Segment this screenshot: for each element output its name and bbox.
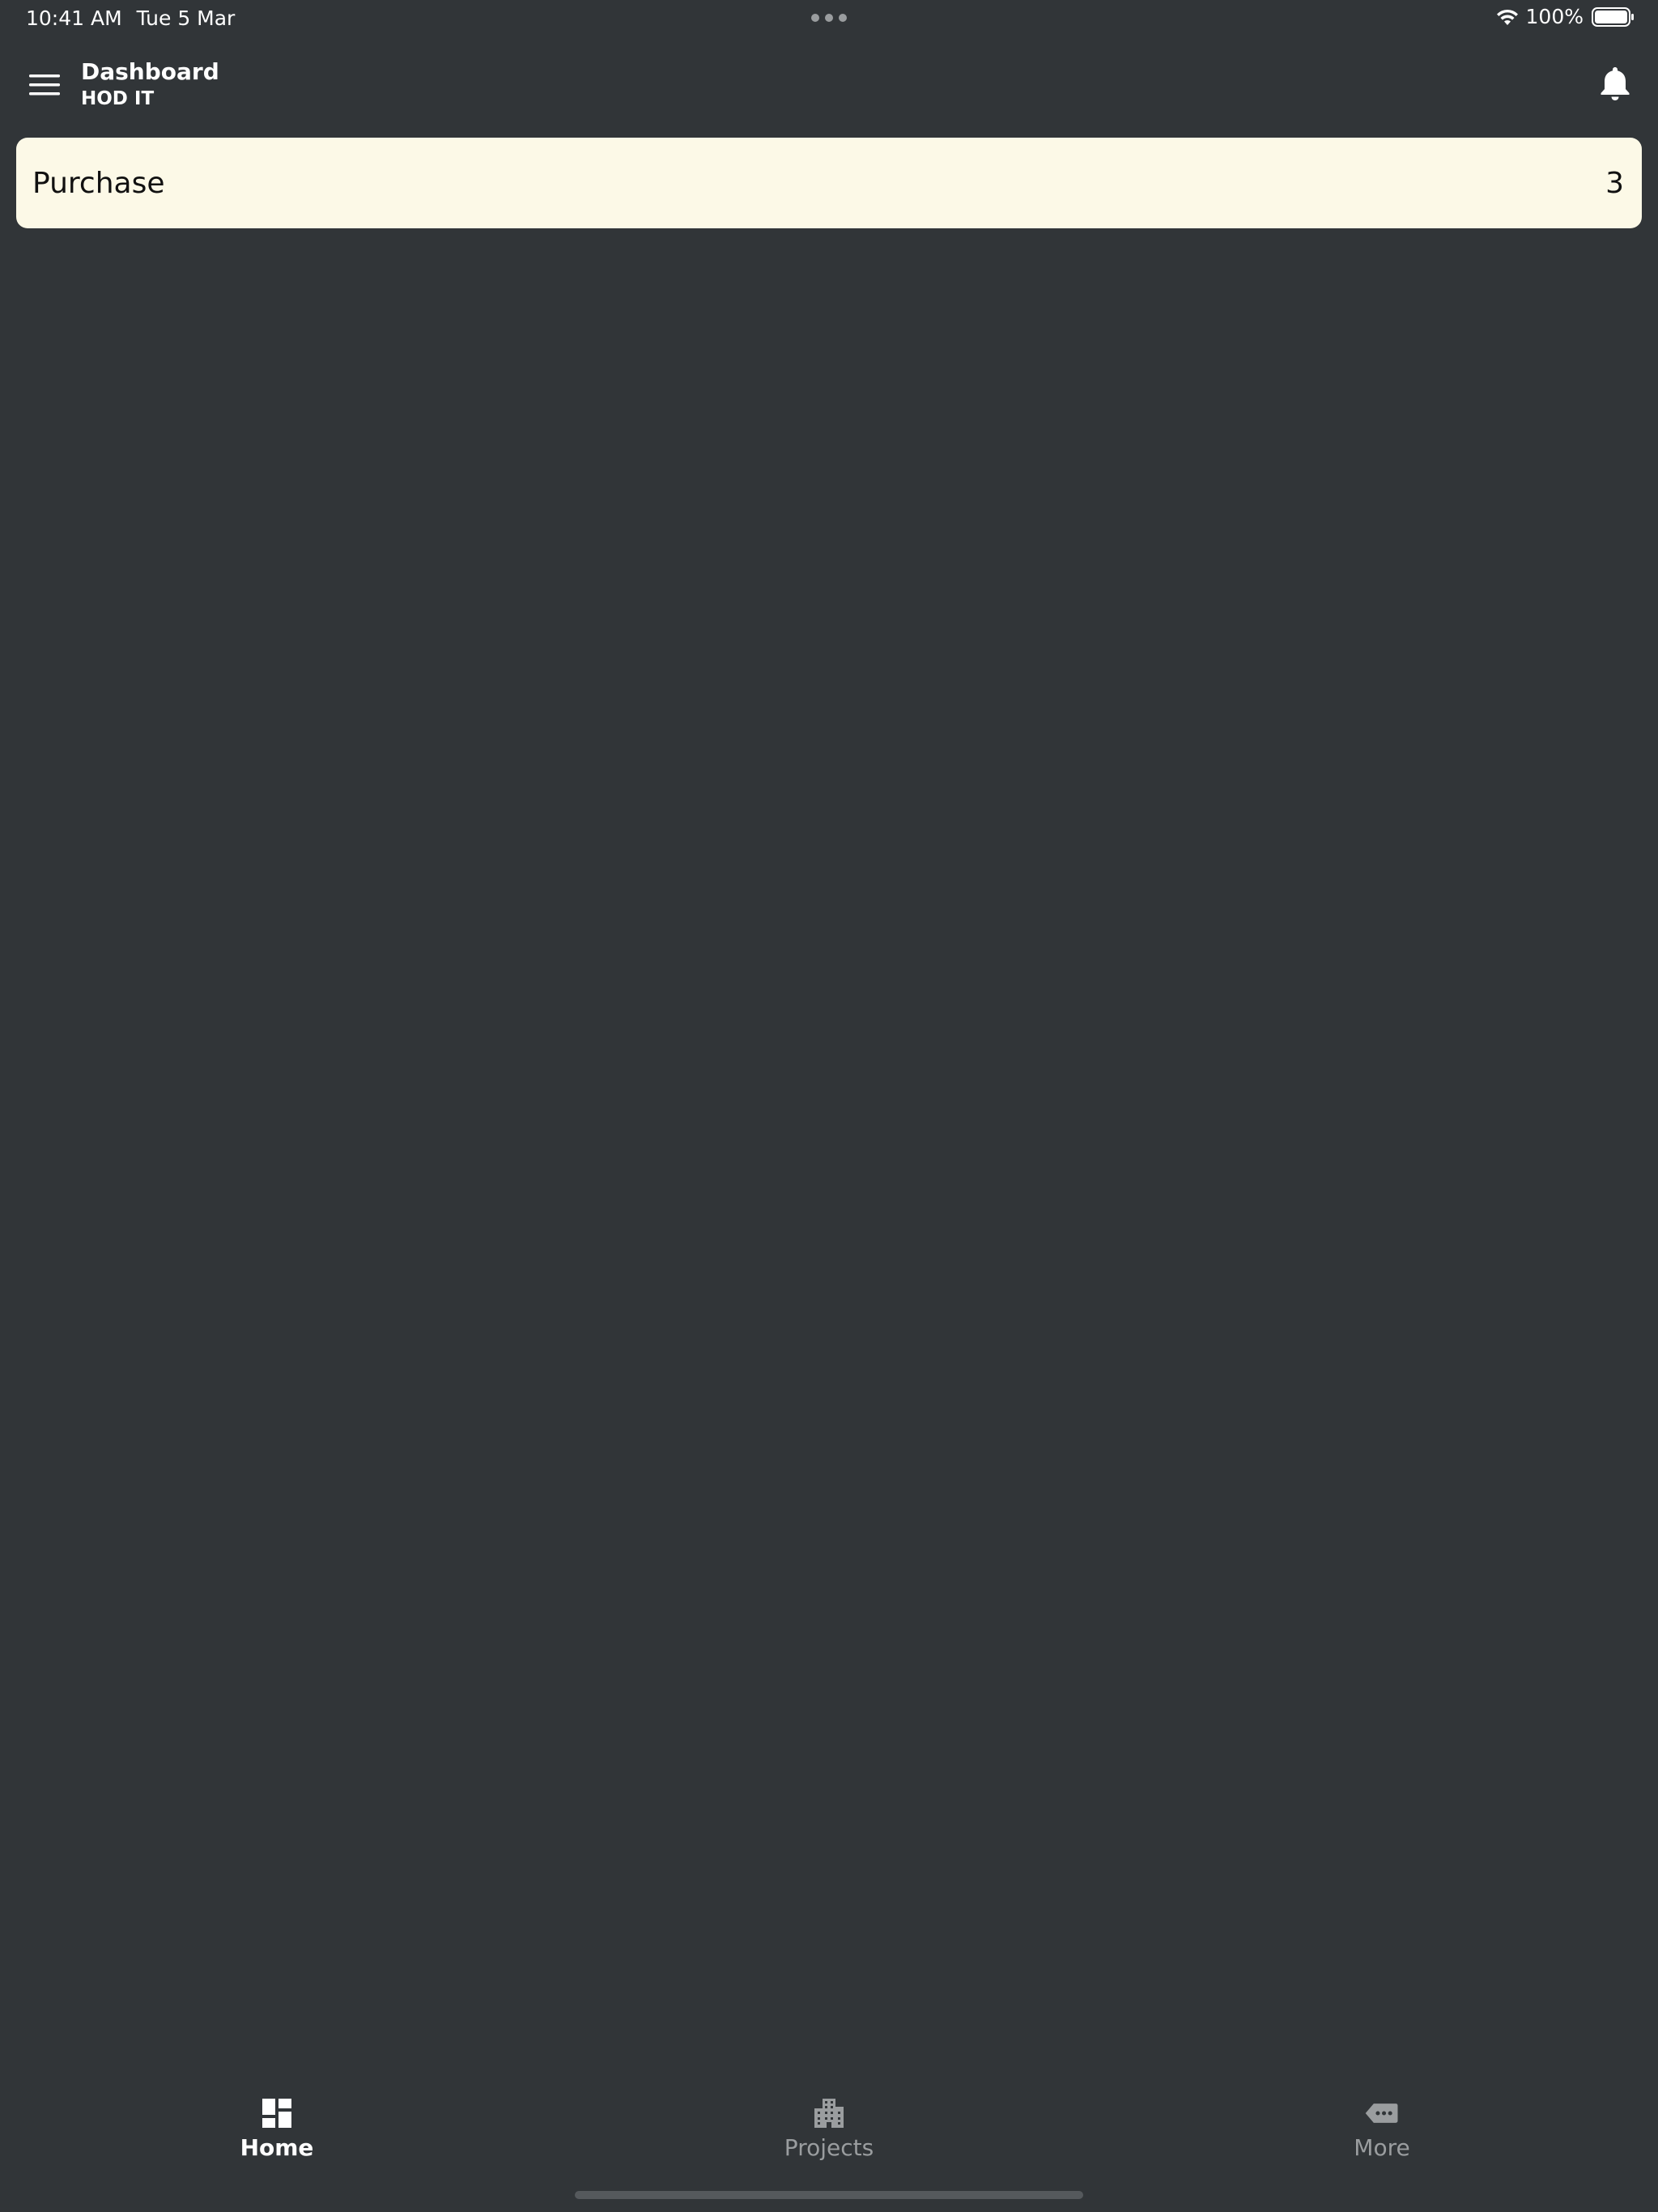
multitasking-dots-icon[interactable] — [811, 14, 847, 22]
card-count: 3 — [1605, 166, 1624, 200]
tab-home[interactable]: Home — [188, 2095, 366, 2161]
tab-more-label: More — [1354, 2134, 1410, 2161]
tab-projects[interactable]: Projects — [740, 2095, 918, 2161]
building-icon — [814, 2099, 844, 2128]
card-label: Purchase — [32, 166, 165, 200]
purchase-card[interactable]: Purchase 3 — [16, 138, 1642, 228]
wifi-icon — [1496, 9, 1518, 25]
bottom-tab-bar: Home Projects More — [0, 2089, 1658, 2178]
hamburger-menu-icon[interactable] — [29, 73, 62, 97]
status-indicators: 100% — [1495, 5, 1635, 28]
title-block: Dashboard HOD IT — [81, 58, 219, 112]
bell-icon[interactable] — [1598, 65, 1632, 102]
app-bar: Dashboard HOD IT — [0, 47, 1658, 125]
battery-icon — [1592, 6, 1634, 27]
tab-home-label: Home — [240, 2134, 314, 2161]
more-tag-icon — [1365, 2104, 1398, 2123]
page-subtitle: HOD IT — [81, 88, 155, 109]
status-date: Tue 5 Mar — [136, 6, 236, 30]
status-time: 10:41 AM — [26, 6, 122, 30]
status-bar: 10:41 AM Tue 5 Mar 100% — [0, 0, 1658, 37]
home-indicator[interactable] — [575, 2191, 1083, 2199]
app-screen: 10:41 AM Tue 5 Mar 100% Dashboard HOD IT… — [0, 0, 1658, 2212]
status-time-date: 10:41 AM Tue 5 Mar — [26, 6, 235, 30]
dashboard-icon — [262, 2099, 291, 2128]
tab-projects-label: Projects — [784, 2134, 874, 2161]
battery-percentage: 100% — [1525, 5, 1584, 28]
page-title: Dashboard — [81, 58, 219, 85]
tab-more[interactable]: More — [1293, 2095, 1471, 2161]
